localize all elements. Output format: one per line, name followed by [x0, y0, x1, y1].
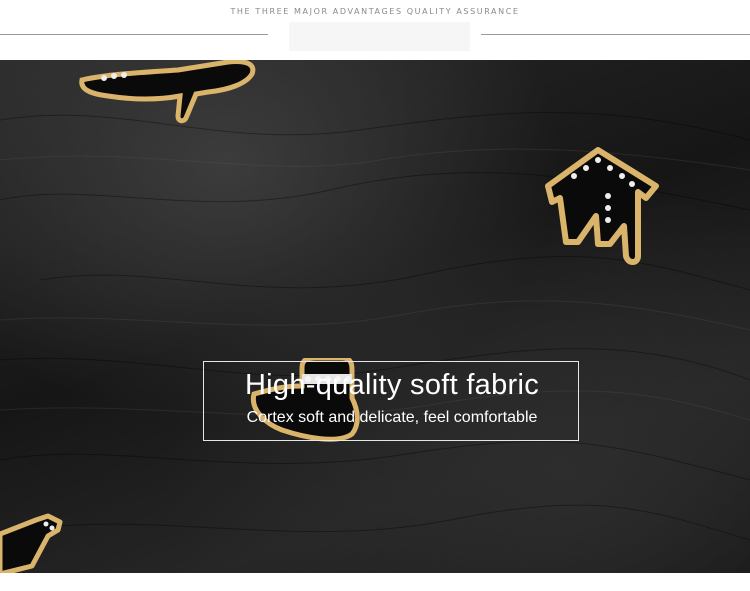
feature-subtitle: Cortex soft and delicate, feel comfortab… — [246, 409, 538, 426]
header-placard — [289, 22, 470, 51]
footer-strip — [0, 573, 750, 591]
header-divider-right — [481, 34, 750, 35]
feature-title: High-quality soft fabric — [244, 369, 540, 401]
feature-caption-box: High-quality soft fabric Cortex soft and… — [203, 361, 579, 441]
header: THE THREE MAJOR ADVANTAGES QUALITY ASSUR… — [0, 0, 750, 60]
leather-texture — [0, 112, 750, 541]
header-divider-left — [0, 34, 268, 35]
high-heel-shoe-charm — [79, 60, 256, 124]
house-charm — [545, 147, 659, 265]
leather-photo: High-quality soft fabric Cortex soft and… — [0, 60, 750, 573]
perfume-bottle-charm — [0, 513, 63, 573]
header-title: THE THREE MAJOR ADVANTAGES QUALITY ASSUR… — [230, 7, 520, 16]
